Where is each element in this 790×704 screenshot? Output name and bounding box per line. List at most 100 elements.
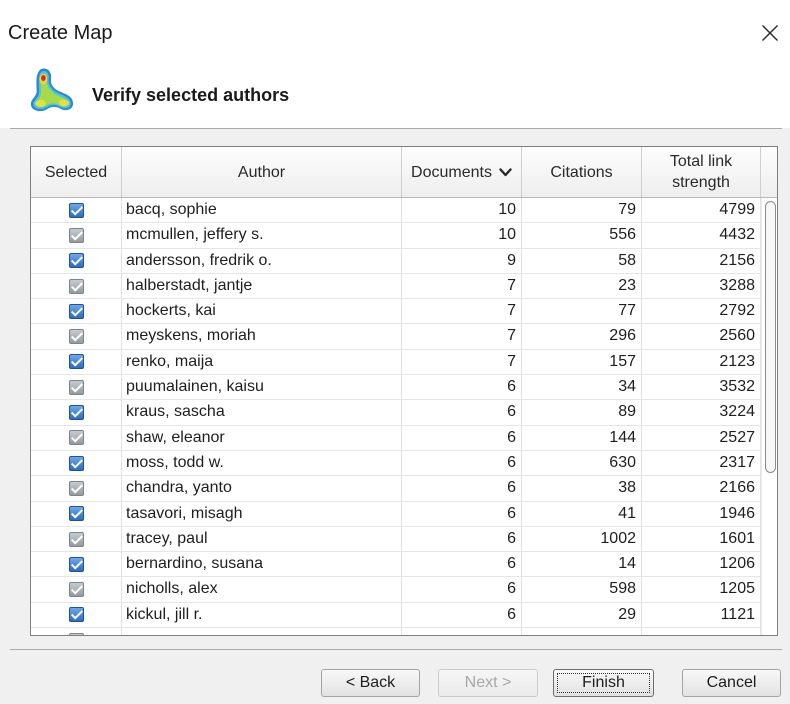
documents-cell: 6 xyxy=(402,450,522,477)
table-row[interactable]: halberstadt, jantje 7 23 3288 xyxy=(31,273,761,300)
authors-table: Selected Author Documents Citations Tota… xyxy=(30,146,778,636)
footer-divider xyxy=(10,649,782,650)
total-link-strength-cell: 3224 xyxy=(642,400,761,426)
total-link-strength-cell: 2156 xyxy=(642,248,761,274)
vertical-scrollbar[interactable] xyxy=(761,198,777,635)
select-cell xyxy=(31,602,122,629)
column-header-selected[interactable]: Selected xyxy=(31,147,122,197)
total-link-strength-cell: 3532 xyxy=(642,375,761,401)
table-row[interactable]: nicholls, alex 6 598 1205 xyxy=(31,577,761,603)
table-row[interactable]: tracey, paul 6 1002 1601 xyxy=(31,526,761,553)
select-cell xyxy=(31,425,122,451)
table-row[interactable]: tasavori, misagh 6 41 1946 xyxy=(31,501,761,527)
select-checkbox[interactable] xyxy=(68,329,84,345)
citations-cell xyxy=(522,628,642,635)
select-cell xyxy=(31,198,122,224)
citations-cell: 144 xyxy=(522,425,642,451)
window-title: Create Map xyxy=(8,22,113,44)
author-cell xyxy=(122,628,402,635)
finish-button[interactable]: Finish xyxy=(553,669,654,697)
author-cell: meyskens, moriah xyxy=(122,324,402,350)
table-row[interactable]: hockerts, kai 7 77 2792 xyxy=(31,299,761,325)
column-header-total-link-strength[interactable]: Total link strength xyxy=(642,147,761,197)
select-checkbox[interactable] xyxy=(68,303,84,319)
citations-cell: 556 xyxy=(522,223,642,249)
select-cell xyxy=(31,248,122,274)
table-row[interactable]: shaw, eleanor 6 144 2527 xyxy=(31,425,761,451)
citations-cell: 296 xyxy=(522,324,642,350)
select-checkbox[interactable] xyxy=(68,632,84,635)
cancel-button[interactable]: Cancel xyxy=(682,669,781,697)
title-bar: Create Map xyxy=(0,0,790,56)
select-cell xyxy=(31,223,122,249)
select-cell xyxy=(31,526,122,553)
select-cell xyxy=(31,552,122,578)
select-checkbox[interactable] xyxy=(68,582,84,598)
author-cell: tracey, paul xyxy=(122,526,402,553)
documents-cell: 6 xyxy=(402,577,522,603)
documents-cell: 6 xyxy=(402,400,522,426)
table-row[interactable]: andersson, fredrik o. 9 58 2156 xyxy=(31,248,761,274)
column-header-documents[interactable]: Documents xyxy=(402,147,522,197)
back-button[interactable]: < Back xyxy=(321,669,420,697)
table-header: Selected Author Documents Citations Tota… xyxy=(31,147,777,198)
documents-cell: 6 xyxy=(402,552,522,578)
total-link-strength-cell xyxy=(642,628,761,635)
citations-cell: 598 xyxy=(522,577,642,603)
total-link-strength-cell: 2527 xyxy=(642,425,761,451)
total-link-strength-cell: 4799 xyxy=(642,198,761,224)
select-checkbox[interactable] xyxy=(68,253,84,269)
select-cell xyxy=(31,628,122,635)
select-checkbox[interactable] xyxy=(68,607,84,623)
table-row[interactable] xyxy=(31,628,761,635)
header-divider xyxy=(10,128,782,129)
select-checkbox[interactable] xyxy=(68,480,84,496)
table-row[interactable]: puumalainen, kaisu 6 34 3532 xyxy=(31,375,761,401)
table-row[interactable]: kickul, jill r. 6 29 1121 xyxy=(31,602,761,629)
select-checkbox[interactable] xyxy=(68,506,84,522)
table-row[interactable]: moss, todd w. 6 630 2317 xyxy=(31,450,761,477)
select-checkbox[interactable] xyxy=(68,379,84,395)
documents-cell: 6 xyxy=(402,602,522,629)
documents-cell: 7 xyxy=(402,349,522,376)
select-checkbox[interactable] xyxy=(68,405,84,421)
citations-cell: 23 xyxy=(522,273,642,300)
total-link-strength-cell: 4432 xyxy=(642,223,761,249)
table-row[interactable]: kraus, sascha 6 89 3224 xyxy=(31,400,761,426)
select-checkbox[interactable] xyxy=(68,278,84,294)
table-row[interactable]: bernardino, susana 6 14 1206 xyxy=(31,552,761,578)
author-cell: nicholls, alex xyxy=(122,577,402,603)
total-link-strength-cell: 1206 xyxy=(642,552,761,578)
author-cell: tasavori, misagh xyxy=(122,501,402,527)
select-checkbox[interactable] xyxy=(68,227,84,243)
select-cell xyxy=(31,400,122,426)
table-row[interactable]: meyskens, moriah 7 296 2560 xyxy=(31,324,761,350)
table-row[interactable]: renko, maija 7 157 2123 xyxy=(31,349,761,376)
select-checkbox[interactable] xyxy=(68,531,84,547)
select-cell xyxy=(31,299,122,325)
total-link-strength-cell: 2166 xyxy=(642,476,761,502)
author-cell: renko, maija xyxy=(122,349,402,376)
table-row[interactable]: mcmullen, jeffery s. 10 556 4432 xyxy=(31,223,761,249)
select-checkbox[interactable] xyxy=(68,202,84,218)
next-button[interactable]: Next > xyxy=(438,669,538,697)
select-checkbox[interactable] xyxy=(68,455,84,471)
close-icon[interactable] xyxy=(761,24,779,42)
table-row[interactable]: chandra, yanto 6 38 2166 xyxy=(31,476,761,502)
documents-cell: 6 xyxy=(402,375,522,401)
table-row[interactable]: bacq, sophie 10 79 4799 xyxy=(31,198,761,224)
author-cell: bernardino, susana xyxy=(122,552,402,578)
select-checkbox[interactable] xyxy=(68,354,84,370)
total-link-strength-cell: 2560 xyxy=(642,324,761,350)
column-header-author[interactable]: Author xyxy=(122,147,402,197)
author-cell: halberstadt, jantje xyxy=(122,273,402,300)
documents-cell: 10 xyxy=(402,223,522,249)
select-checkbox[interactable] xyxy=(68,430,84,446)
density-map-icon xyxy=(30,68,74,112)
scrollbar-thumb[interactable] xyxy=(765,201,776,473)
author-cell: mcmullen, jeffery s. xyxy=(122,223,402,249)
column-header-citations[interactable]: Citations xyxy=(522,147,642,197)
author-cell: hockerts, kai xyxy=(122,299,402,325)
citations-cell: 79 xyxy=(522,198,642,224)
select-checkbox[interactable] xyxy=(68,556,84,572)
